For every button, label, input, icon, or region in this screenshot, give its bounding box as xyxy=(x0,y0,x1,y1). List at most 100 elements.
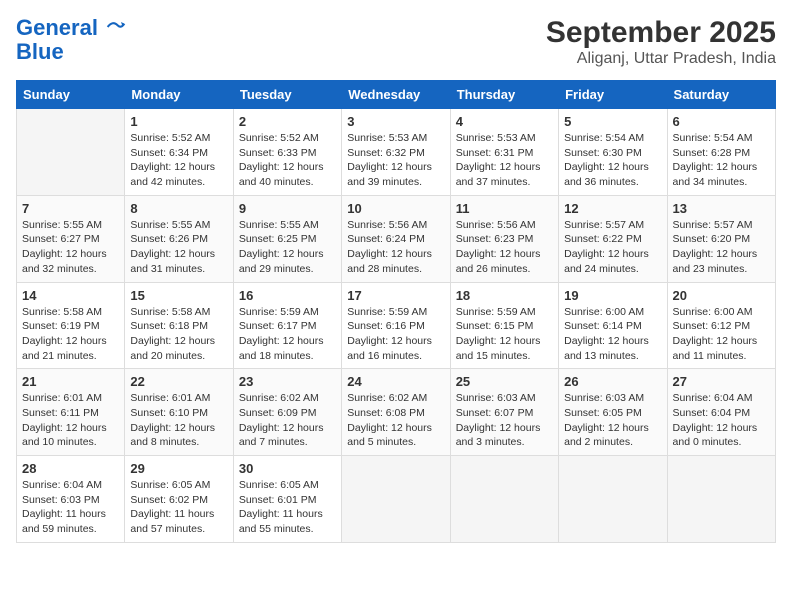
day-detail: Sunrise: 5:59 AM Sunset: 6:15 PM Dayligh… xyxy=(456,305,553,364)
day-detail: Sunrise: 6:02 AM Sunset: 6:09 PM Dayligh… xyxy=(239,391,336,450)
day-number: 15 xyxy=(130,288,227,303)
day-number: 12 xyxy=(564,201,661,216)
calendar-cell: 15 Sunrise: 5:58 AM Sunset: 6:18 PM Dayli… xyxy=(125,282,233,369)
day-number: 28 xyxy=(22,461,119,476)
calendar-cell: 8 Sunrise: 5:55 AM Sunset: 6:26 PM Daylig… xyxy=(125,195,233,282)
day-number: 21 xyxy=(22,374,119,389)
day-number: 2 xyxy=(239,114,336,129)
calendar-cell: 18Sunrise: 5:59 AM Sunset: 6:15 PM Dayli… xyxy=(450,282,558,369)
day-detail: Sunrise: 6:04 AM Sunset: 6:03 PM Dayligh… xyxy=(22,478,119,537)
day-detail: Sunrise: 6:03 AM Sunset: 6:07 PM Dayligh… xyxy=(456,391,553,450)
day-detail: Sunrise: 5:52 AM Sunset: 6:33 PM Dayligh… xyxy=(239,131,336,190)
day-number: 27 xyxy=(673,374,770,389)
day-number: 17 xyxy=(347,288,444,303)
calendar-cell: 20Sunrise: 6:00 AM Sunset: 6:12 PM Dayli… xyxy=(667,282,775,369)
calendar-cell: 3 Sunrise: 5:53 AM Sunset: 6:32 PM Daylig… xyxy=(342,109,450,196)
day-number: 19 xyxy=(564,288,661,303)
day-detail: Sunrise: 5:58 AM Sunset: 6:19 PM Dayligh… xyxy=(22,305,119,364)
calendar-cell: 14 Sunrise: 5:58 AM Sunset: 6:19 PM Dayli… xyxy=(17,282,125,369)
day-number: 4 xyxy=(456,114,553,129)
title-block: September 2025 Aliganj, Uttar Pradesh, I… xyxy=(546,16,776,68)
day-detail: Sunrise: 6:04 AM Sunset: 6:04 PM Dayligh… xyxy=(673,391,770,450)
week-row-2: 7 Sunrise: 5:55 AM Sunset: 6:27 PM Daylig… xyxy=(17,195,776,282)
day-detail: Sunrise: 5:53 AM Sunset: 6:31 PM Dayligh… xyxy=(456,131,553,190)
day-number: 29 xyxy=(130,461,227,476)
calendar-cell: 4 Sunrise: 5:53 AM Sunset: 6:31 PM Daylig… xyxy=(450,109,558,196)
month-title: September 2025 xyxy=(546,16,776,50)
logo: General Blue xyxy=(16,16,126,64)
calendar-cell: 17 Sunrise: 5:59 AM Sunset: 6:16 PM Dayli… xyxy=(342,282,450,369)
calendar-cell: 13Sunrise: 5:57 AM Sunset: 6:20 PM Dayli… xyxy=(667,195,775,282)
day-detail: Sunrise: 6:00 AM Sunset: 6:14 PM Dayligh… xyxy=(564,305,661,364)
calendar-cell xyxy=(450,456,558,543)
calendar-cell xyxy=(559,456,667,543)
day-number: 9 xyxy=(239,201,336,216)
calendar-cell: 23 Sunrise: 6:02 AM Sunset: 6:09 PM Dayli… xyxy=(233,369,341,456)
week-row-1: 1 Sunrise: 5:52 AM Sunset: 6:34 PM Daylig… xyxy=(17,109,776,196)
day-number: 10 xyxy=(347,201,444,216)
day-detail: Sunrise: 6:01 AM Sunset: 6:11 PM Dayligh… xyxy=(22,391,119,450)
header-sunday: Sunday xyxy=(17,81,125,109)
day-detail: Sunrise: 5:53 AM Sunset: 6:32 PM Dayligh… xyxy=(347,131,444,190)
week-row-5: 28 Sunrise: 6:04 AM Sunset: 6:03 PM Dayli… xyxy=(17,456,776,543)
calendar-table: SundayMondayTuesdayWednesdayThursdayFrid… xyxy=(16,80,776,543)
day-number: 6 xyxy=(673,114,770,129)
logo-blue: Blue xyxy=(16,40,126,64)
day-detail: Sunrise: 5:54 AM Sunset: 6:28 PM Dayligh… xyxy=(673,131,770,190)
calendar-cell: 11 Sunrise: 5:56 AM Sunset: 6:23 PM Dayli… xyxy=(450,195,558,282)
day-detail: Sunrise: 5:58 AM Sunset: 6:18 PM Dayligh… xyxy=(130,305,227,364)
day-detail: Sunrise: 5:52 AM Sunset: 6:34 PM Dayligh… xyxy=(130,131,227,190)
day-detail: Sunrise: 6:01 AM Sunset: 6:10 PM Dayligh… xyxy=(130,391,227,450)
day-number: 25 xyxy=(456,374,553,389)
calendar-cell: 7 Sunrise: 5:55 AM Sunset: 6:27 PM Daylig… xyxy=(17,195,125,282)
day-detail: Sunrise: 5:57 AM Sunset: 6:22 PM Dayligh… xyxy=(564,218,661,277)
calendar-cell: 21 Sunrise: 6:01 AM Sunset: 6:11 PM Dayli… xyxy=(17,369,125,456)
logo-text: General xyxy=(16,16,126,40)
day-detail: Sunrise: 5:56 AM Sunset: 6:23 PM Dayligh… xyxy=(456,218,553,277)
day-detail: Sunrise: 5:55 AM Sunset: 6:26 PM Dayligh… xyxy=(130,218,227,277)
day-number: 11 xyxy=(456,201,553,216)
day-number: 14 xyxy=(22,288,119,303)
day-number: 23 xyxy=(239,374,336,389)
calendar-cell: 1 Sunrise: 5:52 AM Sunset: 6:34 PM Daylig… xyxy=(125,109,233,196)
day-number: 7 xyxy=(22,201,119,216)
day-number: 22 xyxy=(130,374,227,389)
day-detail: Sunrise: 5:55 AM Sunset: 6:25 PM Dayligh… xyxy=(239,218,336,277)
calendar-cell: 16Sunrise: 5:59 AM Sunset: 6:17 PM Dayli… xyxy=(233,282,341,369)
day-detail: Sunrise: 5:59 AM Sunset: 6:16 PM Dayligh… xyxy=(347,305,444,364)
header-monday: Monday xyxy=(125,81,233,109)
calendar-cell: 5 Sunrise: 5:54 AM Sunset: 6:30 PM Daylig… xyxy=(559,109,667,196)
calendar-cell xyxy=(667,456,775,543)
day-detail: Sunrise: 5:55 AM Sunset: 6:27 PM Dayligh… xyxy=(22,218,119,277)
calendar-cell: 6 Sunrise: 5:54 AM Sunset: 6:28 PM Daylig… xyxy=(667,109,775,196)
header-wednesday: Wednesday xyxy=(342,81,450,109)
day-number: 20 xyxy=(673,288,770,303)
calendar-cell: 26 Sunrise: 6:03 AM Sunset: 6:05 PM Dayli… xyxy=(559,369,667,456)
day-detail: Sunrise: 6:05 AM Sunset: 6:02 PM Dayligh… xyxy=(130,478,227,537)
day-number: 1 xyxy=(130,114,227,129)
day-number: 8 xyxy=(130,201,227,216)
header-friday: Friday xyxy=(559,81,667,109)
calendar-cell: 12 Sunrise: 5:57 AM Sunset: 6:22 PM Dayli… xyxy=(559,195,667,282)
day-detail: Sunrise: 6:03 AM Sunset: 6:05 PM Dayligh… xyxy=(564,391,661,450)
day-number: 13 xyxy=(673,201,770,216)
day-number: 5 xyxy=(564,114,661,129)
location-subtitle: Aliganj, Uttar Pradesh, India xyxy=(546,50,776,68)
header-saturday: Saturday xyxy=(667,81,775,109)
calendar-cell: 19 Sunrise: 6:00 AM Sunset: 6:14 PM Dayli… xyxy=(559,282,667,369)
calendar-cell: 2 Sunrise: 5:52 AM Sunset: 6:33 PM Daylig… xyxy=(233,109,341,196)
day-detail: Sunrise: 5:54 AM Sunset: 6:30 PM Dayligh… xyxy=(564,131,661,190)
day-detail: Sunrise: 5:56 AM Sunset: 6:24 PM Dayligh… xyxy=(347,218,444,277)
calendar-header-row: SundayMondayTuesdayWednesdayThursdayFrid… xyxy=(17,81,776,109)
day-number: 30 xyxy=(239,461,336,476)
week-row-4: 21 Sunrise: 6:01 AM Sunset: 6:11 PM Dayli… xyxy=(17,369,776,456)
header-tuesday: Tuesday xyxy=(233,81,341,109)
calendar-cell: 30Sunrise: 6:05 AM Sunset: 6:01 PM Dayli… xyxy=(233,456,341,543)
day-number: 3 xyxy=(347,114,444,129)
week-row-3: 14 Sunrise: 5:58 AM Sunset: 6:19 PM Dayli… xyxy=(17,282,776,369)
logo-icon xyxy=(106,17,126,37)
calendar-cell: 24Sunrise: 6:02 AM Sunset: 6:08 PM Dayli… xyxy=(342,369,450,456)
day-number: 26 xyxy=(564,374,661,389)
calendar-cell: 28 Sunrise: 6:04 AM Sunset: 6:03 PM Dayli… xyxy=(17,456,125,543)
header-thursday: Thursday xyxy=(450,81,558,109)
